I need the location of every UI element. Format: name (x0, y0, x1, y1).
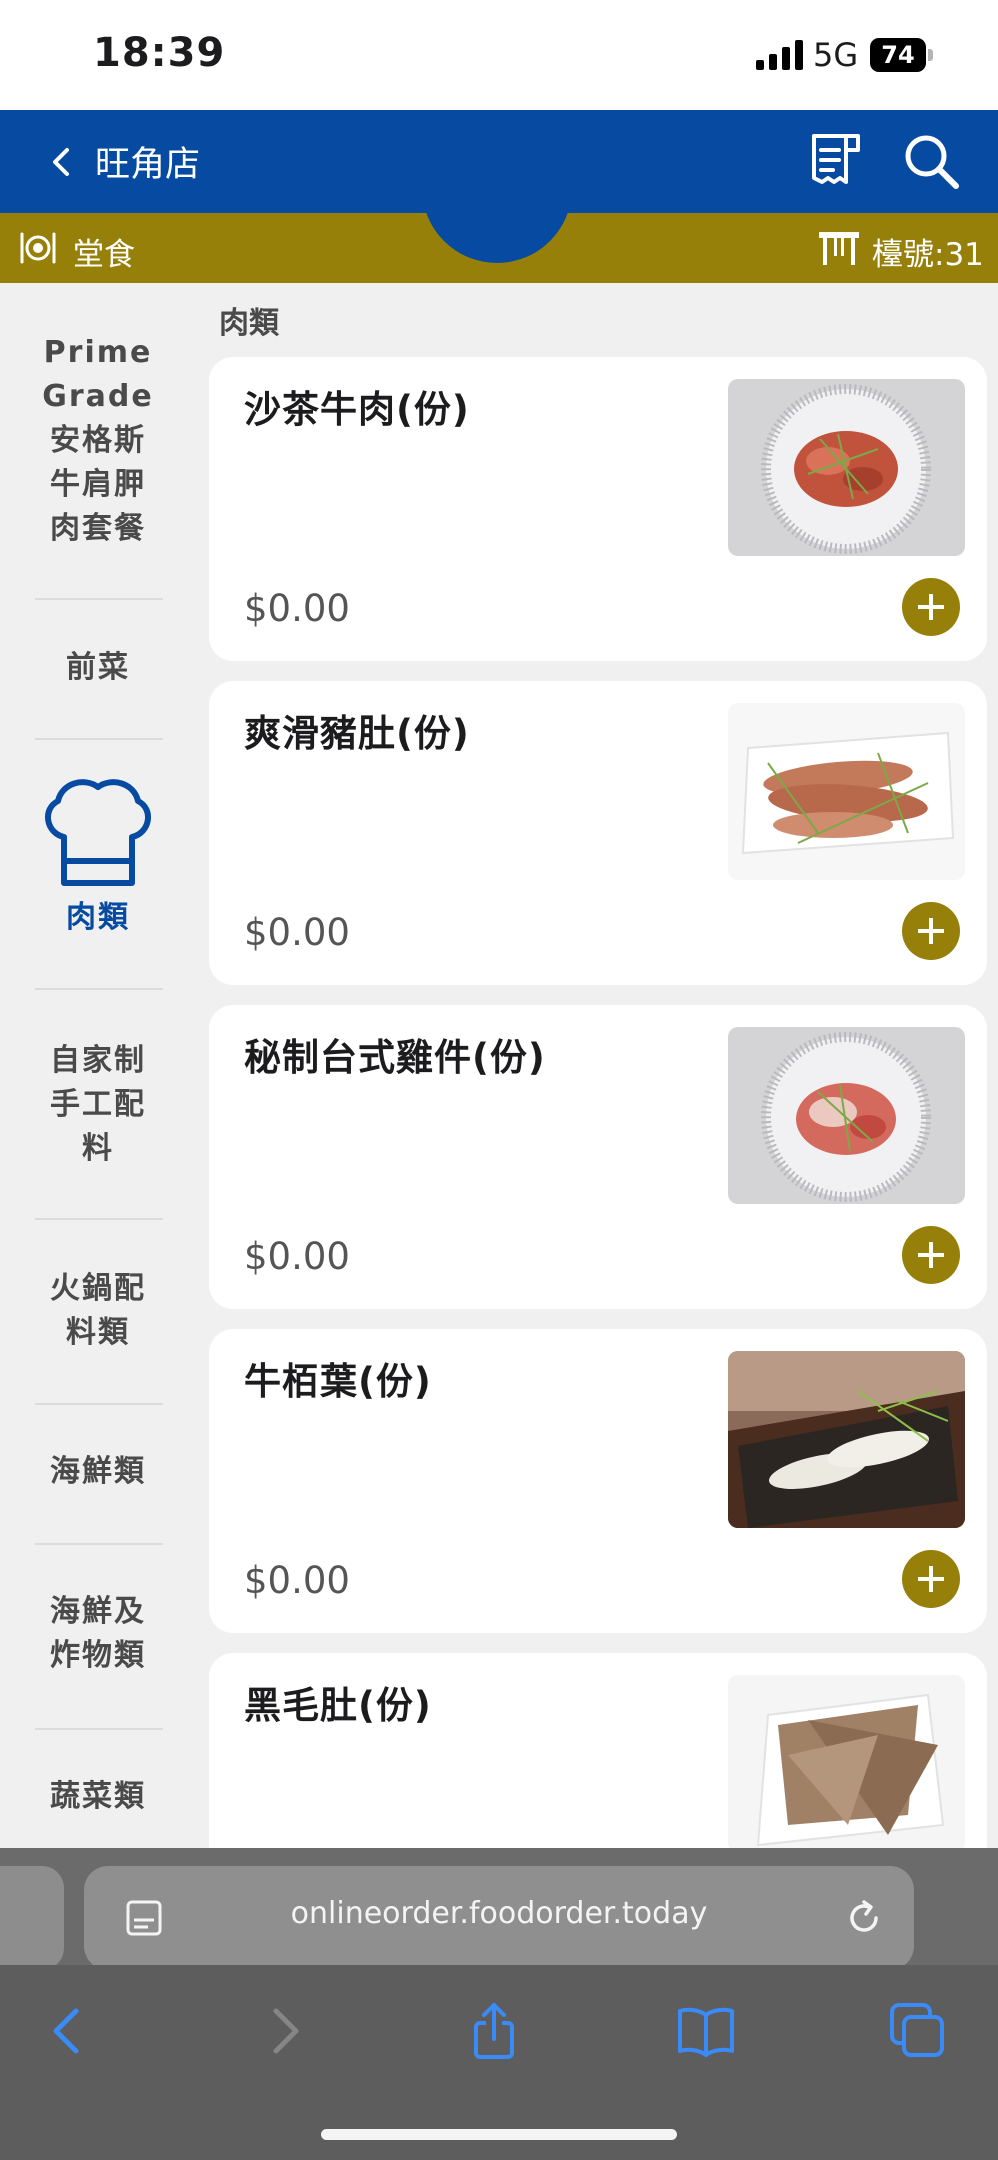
divider (35, 1403, 163, 1405)
battery-cap (928, 49, 933, 61)
chevron-left-icon[interactable] (40, 140, 84, 184)
table-number: 檯號:31 (872, 237, 984, 273)
address-bar[interactable]: onlineorder.foodorder.today (84, 1866, 914, 1970)
order-mode-label: 堂食 (73, 237, 135, 273)
previous-tab-preview[interactable] (0, 1866, 64, 1970)
item-photo (728, 1351, 965, 1528)
reload-icon[interactable] (842, 1896, 886, 1940)
network-type: 5G (813, 36, 859, 74)
home-indicator[interactable] (321, 2129, 677, 2140)
item-price: $0.00 (244, 911, 350, 954)
add-to-cart-button[interactable] (902, 1226, 960, 1284)
item-photo (728, 703, 965, 880)
browser-toolbar (0, 1965, 998, 2160)
menu-content: Prime Grade 安格斯 牛肩胛 肉套餐 前菜 肉類 自家制 手工配 料 … (0, 283, 998, 1848)
plate-cutlery-icon (20, 232, 56, 264)
store-name: 旺角店 (95, 145, 201, 185)
item-name: 爽滑豬肚(份) (244, 712, 470, 755)
forward-arrow-icon[interactable] (254, 2001, 314, 2061)
add-to-cart-button[interactable] (902, 902, 960, 960)
item-name: 牛栢葉(份) (244, 1360, 432, 1403)
item-price: $0.00 (244, 1559, 350, 1602)
item-photo (728, 1027, 965, 1204)
cellular-signal-icon (756, 40, 803, 70)
divider (35, 1543, 163, 1545)
item-price: $0.00 (244, 1235, 350, 1278)
browser-address-area: onlineorder.foodorder.today (0, 1848, 998, 1970)
divider (35, 1728, 163, 1730)
back-arrow-icon[interactable] (38, 2001, 98, 2061)
sidebar-item-prime-grade[interactable]: Prime Grade 安格斯 牛肩胛 肉套餐 (0, 331, 196, 551)
section-title: 肉類 (219, 306, 279, 341)
divider (35, 1218, 163, 1220)
add-to-cart-button[interactable] (902, 578, 960, 636)
menu-item-card[interactable]: 沙茶牛肉(份) $0.00 (209, 357, 987, 661)
item-name: 秘制台式雞件(份) (244, 1036, 546, 1079)
item-photo (728, 379, 965, 556)
divider (35, 988, 163, 990)
menu-item-card[interactable]: 秘制台式雞件(份) $0.00 (209, 1005, 987, 1309)
divider (35, 738, 163, 740)
bookmarks-icon[interactable] (676, 2001, 736, 2061)
menu-item-card[interactable]: 牛栢葉(份) $0.00 (209, 1329, 987, 1633)
receipt-icon[interactable] (806, 130, 866, 192)
tabs-icon[interactable] (888, 2001, 948, 2061)
item-photo (728, 1675, 965, 1848)
sidebar-item-seafood-fried[interactable]: 海鮮及 炸物類 (0, 1590, 196, 1678)
item-price: $0.00 (244, 587, 350, 630)
search-icon[interactable] (900, 130, 964, 194)
sidebar-item-seafood[interactable]: 海鮮類 (0, 1450, 196, 1494)
sidebar-item-meat[interactable]: 肉類 (0, 896, 196, 940)
battery-icon: 74 (870, 38, 933, 72)
table-icon (819, 232, 859, 265)
item-name: 沙茶牛肉(份) (244, 388, 470, 431)
battery-level: 74 (870, 38, 926, 72)
status-bar: 18:39 5G 74 (0, 0, 998, 110)
menu-item-card[interactable]: 爽滑豬肚(份) $0.00 (209, 681, 987, 985)
add-to-cart-button[interactable] (902, 1550, 960, 1608)
sidebar-item-vegetables[interactable]: 蔬菜類 (0, 1775, 196, 1819)
category-sidebar: Prime Grade 安格斯 牛肩胛 肉套餐 前菜 肉類 自家制 手工配 料 … (0, 283, 196, 1848)
status-time: 18:39 (93, 30, 226, 76)
sidebar-item-hotpot[interactable]: 火鍋配 料類 (0, 1267, 196, 1355)
share-icon[interactable] (464, 2001, 524, 2061)
chef-hat-icon (45, 779, 151, 886)
sidebar-item-appetizers[interactable]: 前菜 (0, 646, 196, 690)
menu-item-card[interactable]: 黑毛肚(份) (209, 1653, 987, 1848)
divider (35, 598, 163, 600)
url-text: onlineorder.foodorder.today (290, 1896, 708, 1931)
sidebar-item-homemade[interactable]: 自家制 手工配 料 (0, 1039, 196, 1171)
item-name: 黑毛肚(份) (244, 1684, 432, 1727)
